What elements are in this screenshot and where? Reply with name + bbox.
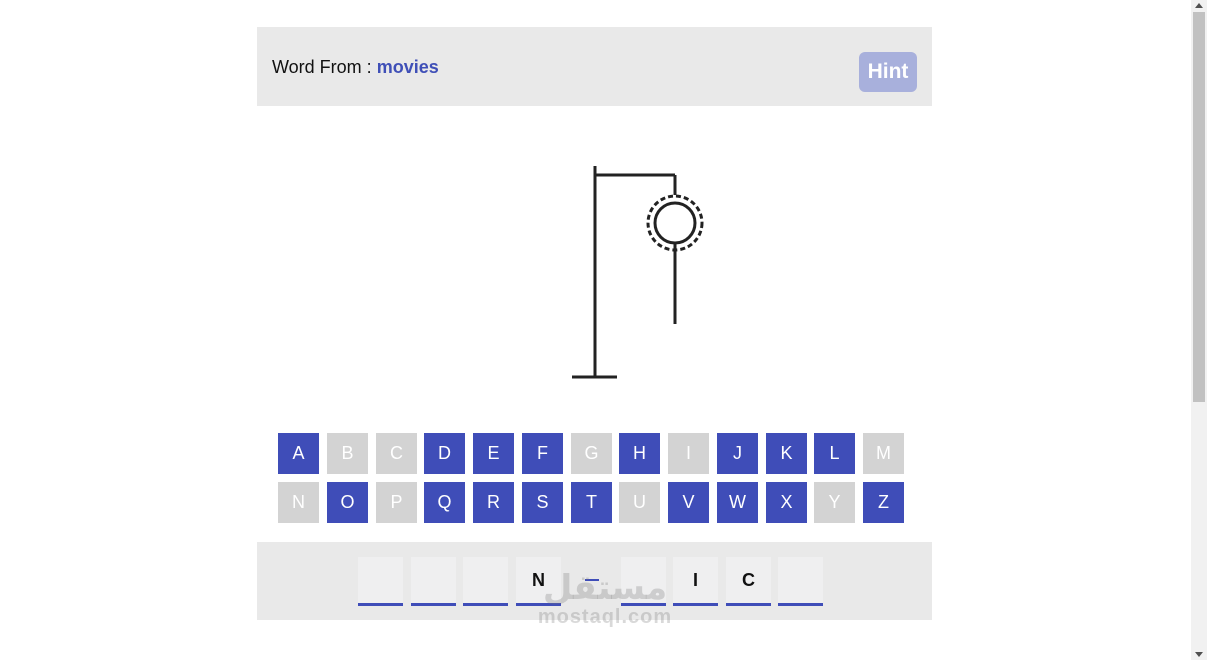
letter-slot — [358, 557, 403, 606]
letter-slot — [463, 557, 508, 606]
letter-key-k[interactable]: K — [766, 433, 807, 474]
page-scrollbar[interactable] — [1191, 0, 1207, 660]
letter-key-s[interactable]: S — [522, 482, 563, 523]
letter-key-y[interactable]: Y — [814, 482, 855, 523]
letter-key-m[interactable]: M — [863, 433, 904, 474]
letter-key-b[interactable]: B — [327, 433, 368, 474]
letter-key-q[interactable]: Q — [424, 482, 465, 523]
letter-key-e[interactable]: E — [473, 433, 514, 474]
letter-key-n[interactable]: N — [278, 482, 319, 523]
letter-key-u[interactable]: U — [619, 482, 660, 523]
letter-key-r[interactable]: R — [473, 482, 514, 523]
letter-key-j[interactable]: J — [717, 433, 758, 474]
scroll-up-arrow-icon[interactable] — [1195, 3, 1203, 8]
answer-area: N IC — [257, 542, 932, 620]
letter-slot: I — [673, 557, 718, 606]
letter-key-v[interactable]: V — [668, 482, 709, 523]
letter-key-h[interactable]: H — [619, 433, 660, 474]
letter-key-t[interactable]: T — [571, 482, 612, 523]
space-dash — [585, 579, 599, 581]
letter-key-i[interactable]: I — [668, 433, 709, 474]
letter-key-c[interactable]: C — [376, 433, 417, 474]
letter-key-o[interactable]: O — [327, 482, 368, 523]
category-line: Word From : movies — [272, 57, 439, 78]
letter-slot — [778, 557, 823, 606]
hangman-drawing — [572, 166, 704, 379]
game-header: Word From : movies Hint — [257, 27, 932, 106]
word-space — [568, 557, 613, 603]
letter-slot: C — [726, 557, 771, 606]
category-label: Word From : — [272, 57, 372, 77]
letter-key-z[interactable]: Z — [863, 482, 904, 523]
letter-slot — [621, 557, 666, 606]
letter-key-f[interactable]: F — [522, 433, 563, 474]
category-value: movies — [376, 57, 439, 77]
letter-key-l[interactable]: L — [814, 433, 855, 474]
scroll-down-arrow-icon[interactable] — [1195, 652, 1203, 657]
letter-key-x[interactable]: X — [766, 482, 807, 523]
letter-key-w[interactable]: W — [717, 482, 758, 523]
letter-slot — [411, 557, 456, 606]
letter-key-g[interactable]: G — [571, 433, 612, 474]
hint-button[interactable]: Hint — [859, 52, 917, 92]
letter-key-a[interactable]: A — [278, 433, 319, 474]
letter-slot: N — [516, 557, 561, 606]
hangman-head — [653, 201, 697, 245]
letter-key-d[interactable]: D — [424, 433, 465, 474]
letter-key-p[interactable]: P — [376, 482, 417, 523]
scroll-thumb[interactable] — [1193, 12, 1205, 402]
